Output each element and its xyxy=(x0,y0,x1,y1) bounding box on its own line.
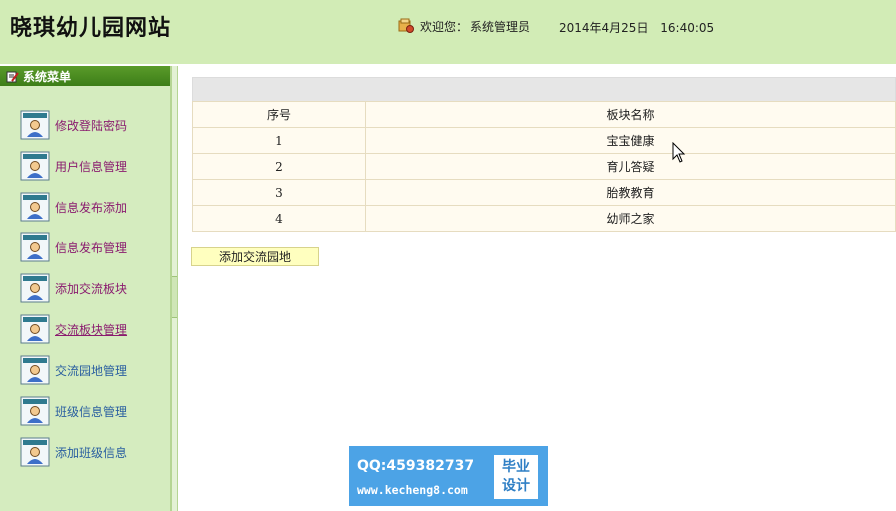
table-header-row: 序号 板块名称 xyxy=(192,101,896,128)
watermark-badge: 毕业 设计 xyxy=(494,455,538,499)
add-forum-button[interactable]: 添加交流园地 xyxy=(191,247,319,266)
row-number: 4 xyxy=(192,205,366,232)
user-icon xyxy=(398,18,414,33)
row-number: 2 xyxy=(192,153,366,180)
sidebar-item-label: 修改登陆密码 xyxy=(55,118,128,133)
user-card-icon xyxy=(20,192,50,222)
sidebar: 系统菜单 修改登陆密码 用户信息管理 信息发布添加 信息发布管理 添加交流板块 … xyxy=(0,66,171,511)
table-title-bar xyxy=(192,77,896,101)
column-header-number: 序号 xyxy=(192,101,366,128)
column-header-board-name: 板块名称 xyxy=(365,101,896,128)
splitter-handle[interactable] xyxy=(172,276,177,318)
header: 晓琪幼儿园网站 欢迎您： 系统管理员 2014年4月25日 16:40:05 xyxy=(0,0,896,64)
row-number: 3 xyxy=(192,179,366,206)
board-table: 序号 板块名称 1 宝宝健康 2 育儿答疑 3 胎教教育 4 幼师之家 xyxy=(192,101,896,232)
site-title: 晓琪幼儿园网站 xyxy=(10,15,172,41)
board-name: 宝宝健康 xyxy=(365,127,896,154)
user-card-icon xyxy=(20,396,50,426)
row-number: 1 xyxy=(192,127,366,154)
sidebar-item-info-add[interactable]: 信息发布添加 xyxy=(20,192,127,222)
board-name: 胎教教育 xyxy=(365,179,896,206)
board-name: 幼师之家 xyxy=(365,205,896,232)
user-card-icon xyxy=(20,273,50,303)
sidebar-item-label: 添加交流板块 xyxy=(55,281,128,296)
datetime: 2014年4月25日 16:40:05 xyxy=(559,19,714,36)
table-row: 3 胎教教育 xyxy=(192,179,896,206)
table-row: 4 幼师之家 xyxy=(192,205,896,232)
current-time: 16:40:05 xyxy=(660,21,715,35)
watermark-url: www.kecheng8.com xyxy=(357,483,468,497)
edit-icon xyxy=(6,71,19,82)
sidebar-item-label: 班级信息管理 xyxy=(55,404,128,419)
table-row: 2 育儿答疑 xyxy=(192,153,896,180)
sidebar-item-add-board[interactable]: 添加交流板块 xyxy=(20,273,127,303)
board-table-container: 序号 板块名称 1 宝宝健康 2 育儿答疑 3 胎教教育 4 幼师之家 xyxy=(192,77,896,232)
watermark-banner: QQ:459382737 www.kecheng8.com 毕业 设计 xyxy=(349,446,548,506)
watermark-badge-line1: 毕业 xyxy=(502,459,530,475)
frame-splitter[interactable] xyxy=(171,66,178,511)
sidebar-item-label: 用户信息管理 xyxy=(55,159,128,174)
user-card-icon xyxy=(20,110,50,140)
sidebar-item-user-management[interactable]: 用户信息管理 xyxy=(20,151,127,181)
sidebar-item-label: 信息发布添加 xyxy=(55,200,128,215)
sidebar-item-change-password[interactable]: 修改登陆密码 xyxy=(20,110,127,140)
user-card-icon xyxy=(20,232,50,262)
board-name: 育儿答疑 xyxy=(365,153,896,180)
watermark-qq: QQ:459382737 xyxy=(357,458,475,474)
table-row: 1 宝宝健康 xyxy=(192,127,896,154)
sidebar-item-add-class[interactable]: 添加班级信息 xyxy=(20,437,127,467)
sidebar-title-bar: 系统菜单 xyxy=(0,66,170,86)
sidebar-title: 系统菜单 xyxy=(23,69,72,84)
user-card-icon xyxy=(20,151,50,181)
sidebar-item-label: 交流园地管理 xyxy=(55,363,128,378)
sidebar-item-forum-manage[interactable]: 交流园地管理 xyxy=(20,355,127,385)
sidebar-item-board-manage[interactable]: 交流板块管理 xyxy=(20,314,127,344)
sidebar-item-info-manage[interactable]: 信息发布管理 xyxy=(20,232,127,262)
user-name: 系统管理员 xyxy=(470,19,531,34)
welcome-area: 欢迎您： 系统管理员 xyxy=(398,16,530,36)
user-card-icon xyxy=(20,437,50,467)
current-date: 2014年4月25日 xyxy=(559,21,649,35)
mouse-cursor-icon xyxy=(672,142,686,163)
sidebar-item-class-manage[interactable]: 班级信息管理 xyxy=(20,396,127,426)
user-card-icon xyxy=(20,355,50,385)
sidebar-item-label: 交流板块管理 xyxy=(55,322,128,337)
watermark-badge-line2: 设计 xyxy=(502,478,530,494)
user-card-icon xyxy=(20,314,50,344)
welcome-label: 欢迎您： xyxy=(420,19,469,34)
sidebar-item-label: 添加班级信息 xyxy=(55,445,128,460)
sidebar-item-label: 信息发布管理 xyxy=(55,240,128,255)
